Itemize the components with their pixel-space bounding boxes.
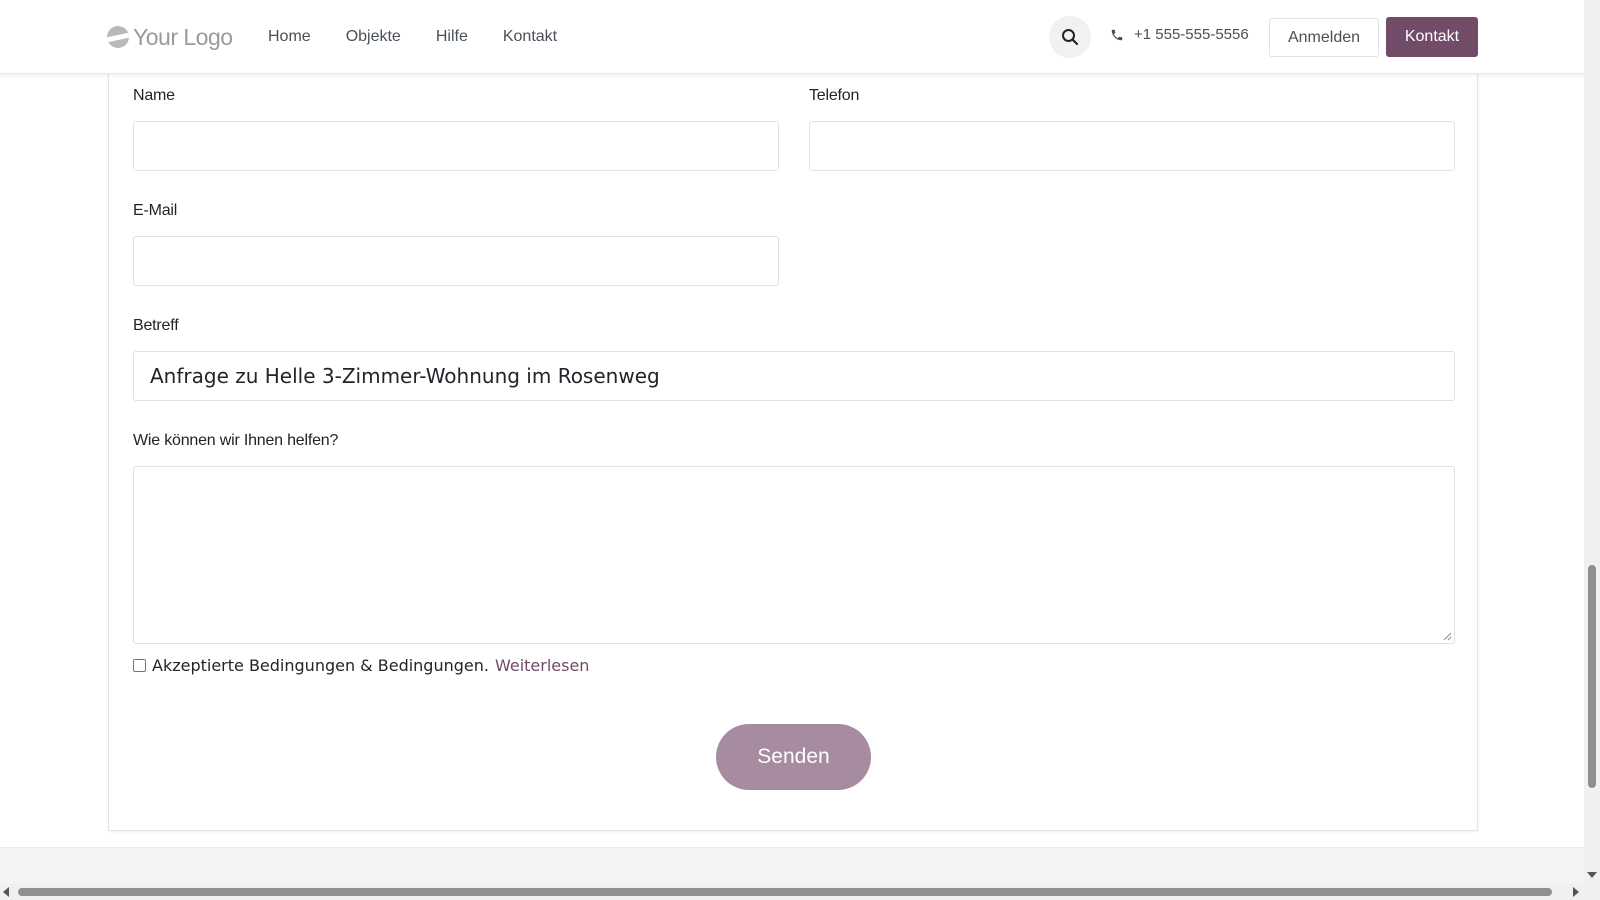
main-nav: Home Objekte Hilfe Kontakt	[268, 0, 592, 74]
subject-value: Anfrage zu Helle 3-Zimmer-Wohnung im Ros…	[150, 364, 660, 388]
phone-link[interactable]: +1 555-555-5556	[1110, 26, 1249, 43]
phone-label: Telefon	[809, 87, 860, 104]
phone-number: +1 555-555-5556	[1134, 26, 1249, 43]
footer-strip	[0, 847, 1584, 884]
nav-item-home[interactable]: Home	[268, 28, 311, 46]
name-label: Name	[133, 87, 175, 104]
scroll-left-arrow-icon[interactable]	[3, 887, 9, 897]
email-input[interactable]	[133, 236, 779, 286]
nav-item-objekte[interactable]: Objekte	[346, 28, 401, 46]
logo-text: Your Logo	[133, 23, 233, 50]
scroll-right-arrow-icon[interactable]	[1573, 887, 1579, 897]
site-header: Your Logo Home Objekte Hilfe Kontakt +1 …	[0, 0, 1584, 74]
search-icon	[1062, 29, 1079, 46]
submit-button[interactable]: Senden	[716, 724, 871, 790]
terms-read-more-link[interactable]: Weiterlesen	[495, 656, 589, 675]
vertical-scroll-thumb[interactable]	[1588, 565, 1596, 788]
nav-item-hilfe[interactable]: Hilfe	[436, 28, 468, 46]
terms-text: Akzeptierte Bedingungen & Bedingungen.	[152, 656, 489, 675]
vertical-scrollbar[interactable]	[1584, 0, 1600, 884]
phone-icon	[1111, 29, 1123, 40]
search-button[interactable]	[1049, 16, 1091, 58]
email-label: E-Mail	[133, 202, 178, 219]
subject-label: Betreff	[133, 317, 179, 334]
logo-icon	[107, 26, 129, 48]
contact-button[interactable]: Kontakt	[1386, 17, 1478, 57]
message-label: Wie können wir Ihnen helfen?	[133, 432, 339, 449]
message-textarea[interactable]	[133, 466, 1455, 644]
contact-form-card: Name Telefon E-Mail Betreff Anfrage zu H…	[108, 60, 1478, 831]
scrollbar-corner	[1584, 884, 1600, 900]
resize-grip-icon[interactable]	[1443, 632, 1452, 641]
horizontal-scroll-thumb[interactable]	[18, 888, 1552, 896]
horizontal-scrollbar[interactable]	[0, 884, 1584, 900]
scroll-down-arrow-icon[interactable]	[1587, 872, 1597, 878]
logo[interactable]: Your Logo	[107, 22, 233, 52]
terms-checkbox[interactable]	[133, 659, 146, 672]
name-input[interactable]	[133, 121, 779, 171]
login-button[interactable]: Anmelden	[1269, 18, 1379, 57]
page-viewport: Name Telefon E-Mail Betreff Anfrage zu H…	[0, 0, 1584, 884]
phone-input[interactable]	[809, 121, 1455, 171]
nav-item-kontakt[interactable]: Kontakt	[503, 28, 557, 46]
terms-row: Akzeptierte Bedingungen & Bedingungen. W…	[133, 656, 589, 675]
subject-input[interactable]: Anfrage zu Helle 3-Zimmer-Wohnung im Ros…	[133, 351, 1455, 401]
